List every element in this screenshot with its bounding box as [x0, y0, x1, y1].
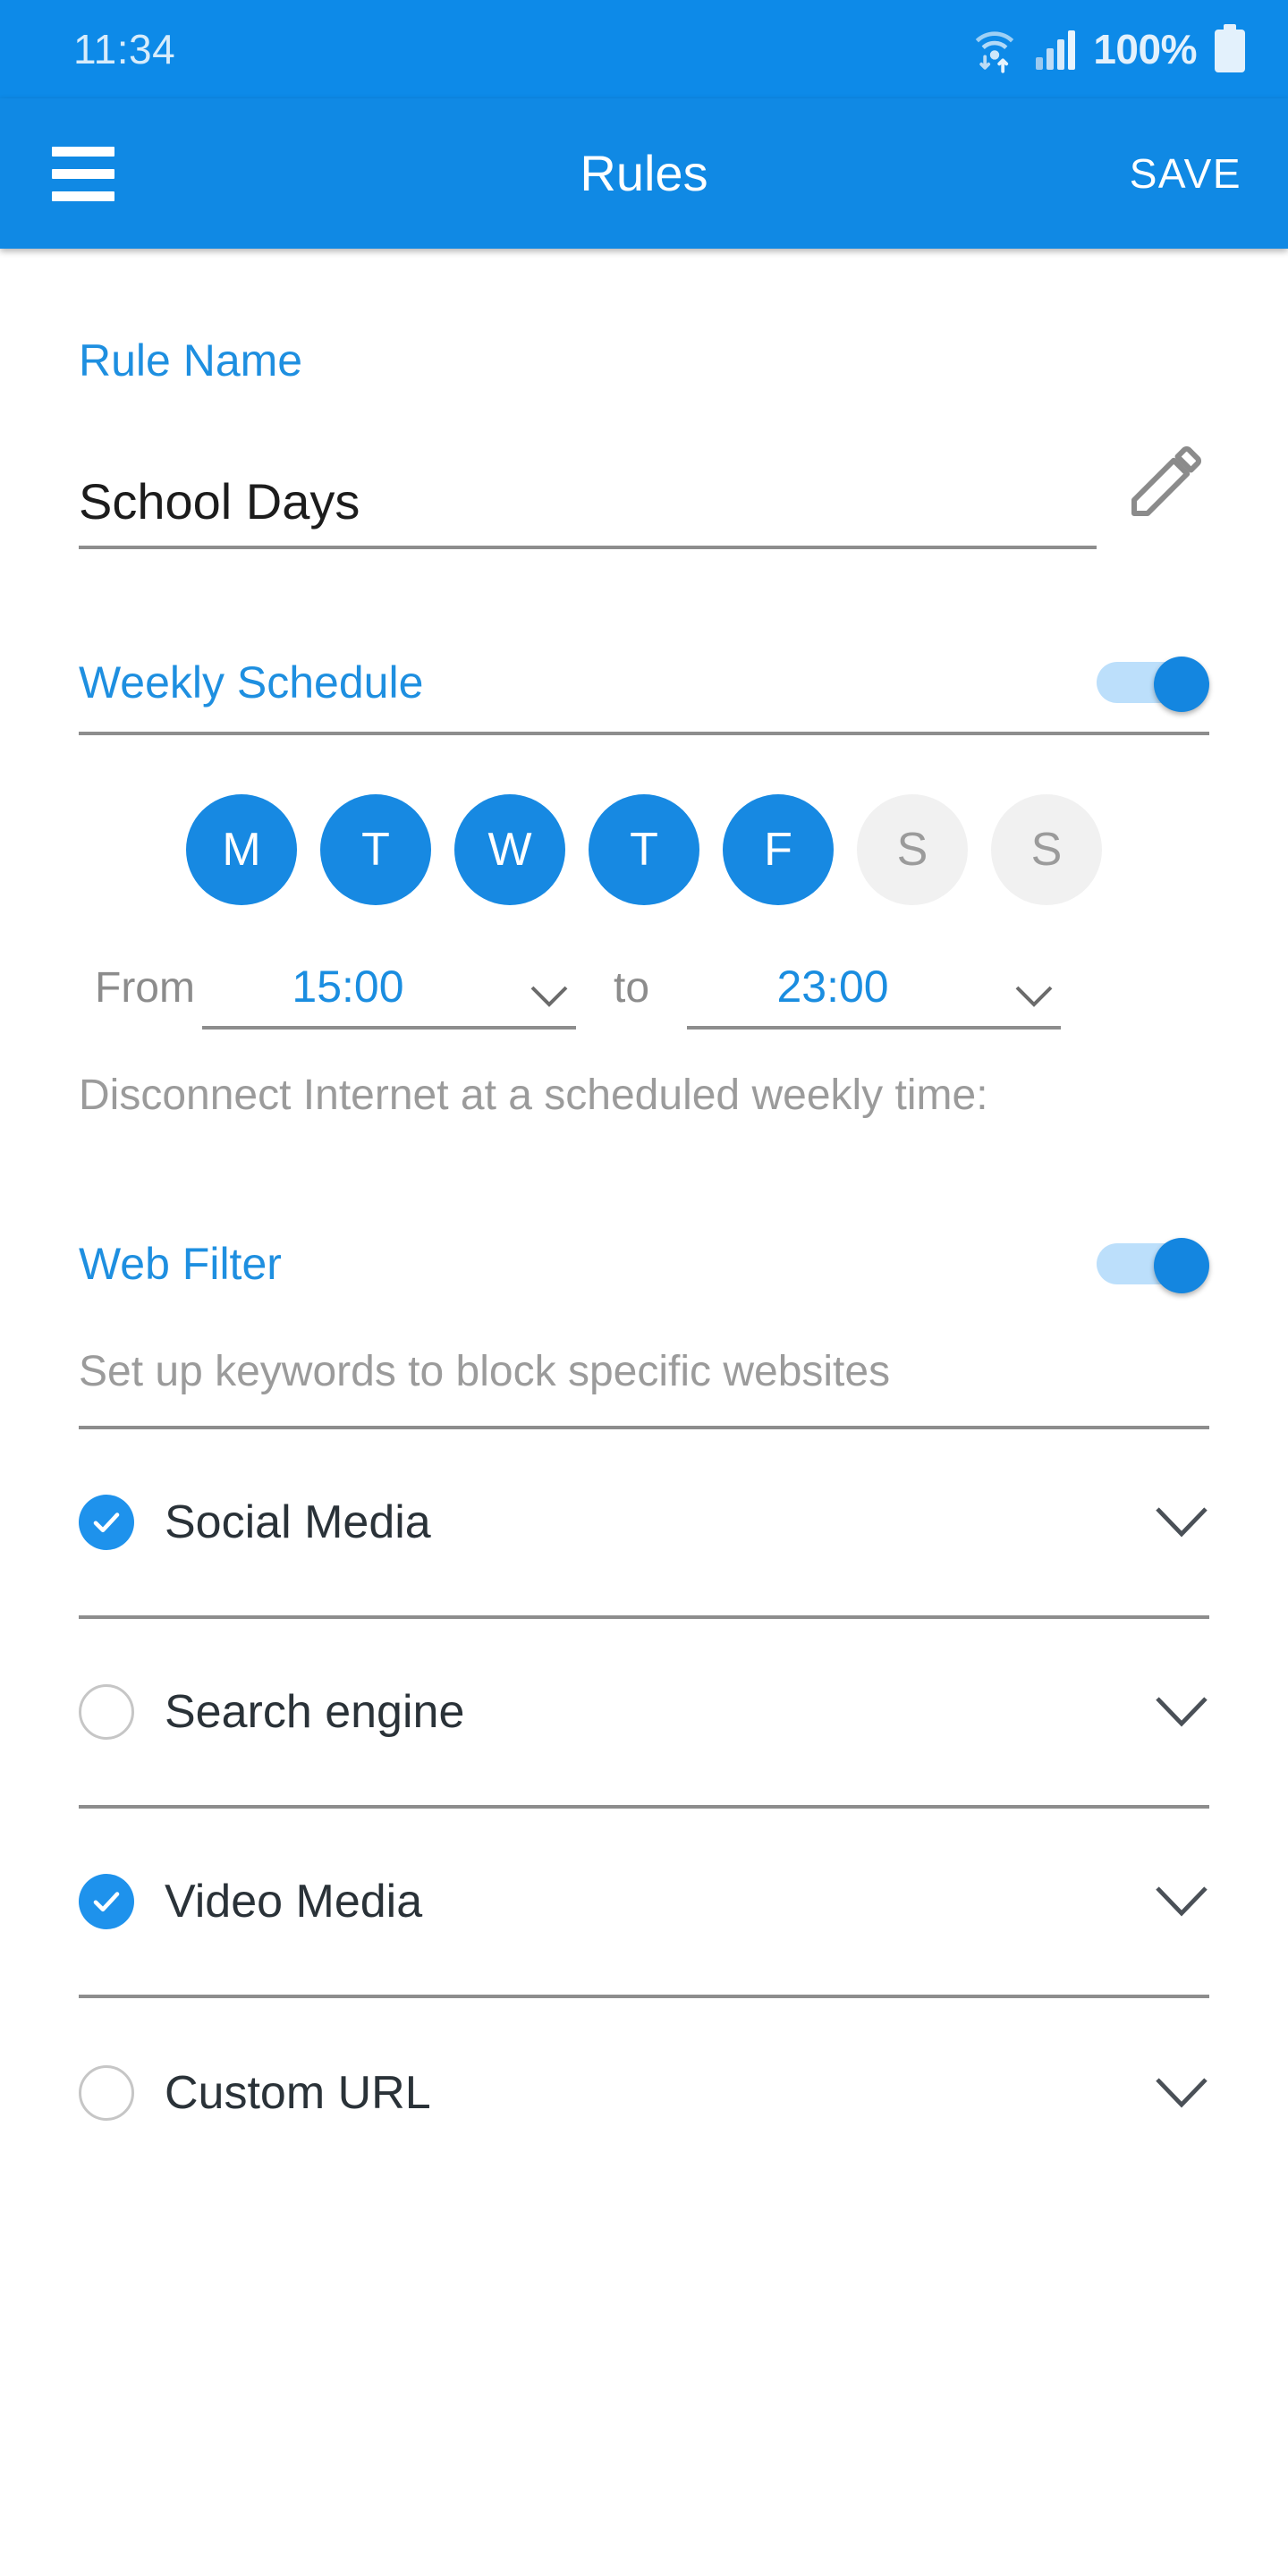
chevron-down-icon: [1015, 986, 1053, 1007]
to-time-value: 23:00: [776, 962, 889, 1012]
day-chip-thursday[interactable]: T: [589, 794, 699, 905]
rule-name-field[interactable]: [79, 474, 1097, 549]
rules-screen: 11:34 100% Rules SAVE Rule Name School D…: [0, 0, 1288, 2576]
checkbox-video-media[interactable]: [79, 1874, 134, 1930]
content-scroll-area: Rule Name Weekly Schedule M: [0, 249, 1288, 2576]
hamburger-bar: [52, 168, 114, 179]
weekly-schedule-section: Weekly Schedule M T W T F S S From 15:00: [79, 549, 1209, 1123]
day-chip-sunday[interactable]: S: [991, 794, 1102, 905]
chevron-down-icon[interactable]: [1154, 1885, 1209, 1919]
day-chip-monday[interactable]: M: [186, 794, 297, 905]
status-indicators: 100%: [971, 24, 1247, 74]
chevron-down-icon[interactable]: [1154, 2076, 1209, 2110]
filter-row-custom-url[interactable]: Custom URL: [79, 1998, 1209, 2188]
chevron-down-icon[interactable]: [1154, 1695, 1209, 1729]
hamburger-bar: [52, 146, 114, 157]
toggle-thumb: [1154, 1238, 1209, 1294]
hamburger-menu-icon[interactable]: [45, 135, 122, 212]
to-time-select[interactable]: 23:00: [687, 962, 1062, 1030]
web-filter-toggle[interactable]: [1097, 1238, 1209, 1294]
battery-percent-label: 100%: [1093, 26, 1197, 72]
from-time-value: 15:00: [292, 962, 404, 1012]
web-filter-label: Web Filter: [79, 1239, 282, 1290]
to-label: to: [613, 964, 650, 1012]
weekly-schedule-label: Weekly Schedule: [79, 657, 424, 708]
check-icon: [93, 1513, 120, 1533]
chevron-down-icon: [530, 986, 568, 1007]
weekly-schedule-hint: Disconnect Internet at a scheduled weekl…: [79, 1072, 988, 1119]
battery-icon: [1215, 24, 1245, 72]
day-chip-wednesday[interactable]: W: [454, 794, 565, 905]
web-filter-header: Web Filter: [79, 1238, 1209, 1313]
check-icon: [93, 1892, 120, 1912]
save-button[interactable]: SAVE: [1117, 131, 1254, 216]
day-chip-friday[interactable]: F: [723, 794, 834, 905]
status-bar: 11:34 100%: [0, 0, 1288, 98]
page-title: Rules: [580, 145, 708, 201]
filter-label-social-media: Social Media: [165, 1496, 431, 1549]
signal-bars-icon: [1036, 30, 1076, 70]
filter-row-video-media[interactable]: Video Media: [79, 1809, 1209, 1999]
web-filter-description: Set up keywords to block specific websit…: [79, 1351, 1209, 1430]
wifi-data-icon: [976, 31, 1014, 73]
app-bar: Rules SAVE: [0, 98, 1288, 249]
weekly-schedule-toggle[interactable]: [1097, 657, 1209, 712]
chevron-down-icon[interactable]: [1154, 1505, 1209, 1539]
from-label: From: [95, 964, 195, 1012]
filter-row-social-media[interactable]: Social Media: [79, 1429, 1209, 1620]
rule-name-label: Rule Name: [79, 335, 303, 386]
rule-name-row: [79, 438, 1209, 549]
filter-label-search-engine: Search engine: [165, 1686, 465, 1739]
toggle-thumb: [1154, 657, 1209, 712]
status-time: 11:34: [73, 26, 176, 72]
weekly-schedule-header: Weekly Schedule: [79, 657, 1209, 735]
rule-name-input[interactable]: [79, 474, 1097, 530]
pencil-icon[interactable]: [1123, 438, 1209, 524]
checkbox-social-media[interactable]: [79, 1495, 134, 1551]
web-filter-section: Web Filter Set up keywords to block spec…: [79, 1123, 1209, 2188]
day-chip-tuesday[interactable]: T: [320, 794, 431, 905]
hamburger-bar: [52, 191, 114, 201]
filter-label-custom-url: Custom URL: [165, 2067, 431, 2120]
from-time-select[interactable]: 15:00: [201, 962, 576, 1030]
checkbox-custom-url[interactable]: [79, 2065, 134, 2122]
filter-row-search-engine[interactable]: Search engine: [79, 1619, 1209, 1809]
day-chip-saturday[interactable]: S: [857, 794, 968, 905]
rule-name-section: Rule Name: [79, 249, 1209, 549]
day-selector: M T W T F S S: [79, 794, 1209, 905]
checkbox-search-engine[interactable]: [79, 1684, 134, 1741]
time-range-row: From 15:00 to 23:00: [79, 962, 1209, 1030]
filter-label-video-media: Video Media: [165, 1876, 423, 1928]
